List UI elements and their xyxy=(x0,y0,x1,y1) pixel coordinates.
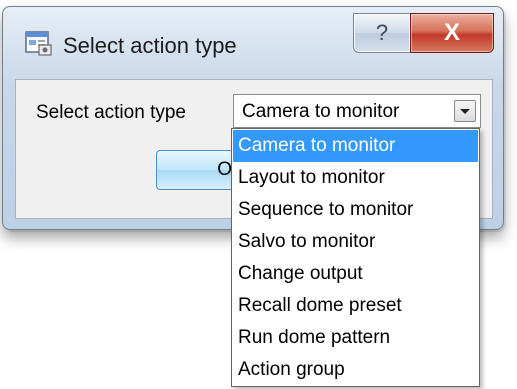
dropdown-option-recall-dome-preset[interactable]: Recall dome preset xyxy=(233,290,478,322)
dropdown-option-camera-to-monitor[interactable]: Camera to monitor xyxy=(233,130,478,162)
dropdown-option-layout-to-monitor[interactable]: Layout to monitor xyxy=(233,162,478,194)
close-button[interactable]: X xyxy=(410,13,494,53)
help-button[interactable]: ? xyxy=(353,13,411,53)
action-type-combobox[interactable]: Camera to monitor xyxy=(233,94,481,128)
chevron-down-icon[interactable] xyxy=(454,100,476,122)
dropdown-option-salvo-to-monitor[interactable]: Salvo to monitor xyxy=(233,226,478,258)
window-title: Select action type xyxy=(63,33,237,58)
dropdown-option-action-group[interactable]: Action group xyxy=(233,354,478,386)
dropdown-option-run-dome-pattern[interactable]: Run dome pattern xyxy=(233,322,478,354)
dropdown-option-sequence-to-monitor[interactable]: Sequence to monitor xyxy=(233,194,478,226)
application-icon xyxy=(25,29,53,57)
title-bar[interactable]: Select action type ? X xyxy=(3,7,503,79)
combobox-value: Camera to monitor xyxy=(242,101,400,122)
action-type-dropdown-list[interactable]: Camera to monitor Layout to monitor Sequ… xyxy=(231,128,480,387)
action-type-label: Select action type xyxy=(36,102,186,123)
dropdown-option-change-output[interactable]: Change output xyxy=(233,258,478,290)
